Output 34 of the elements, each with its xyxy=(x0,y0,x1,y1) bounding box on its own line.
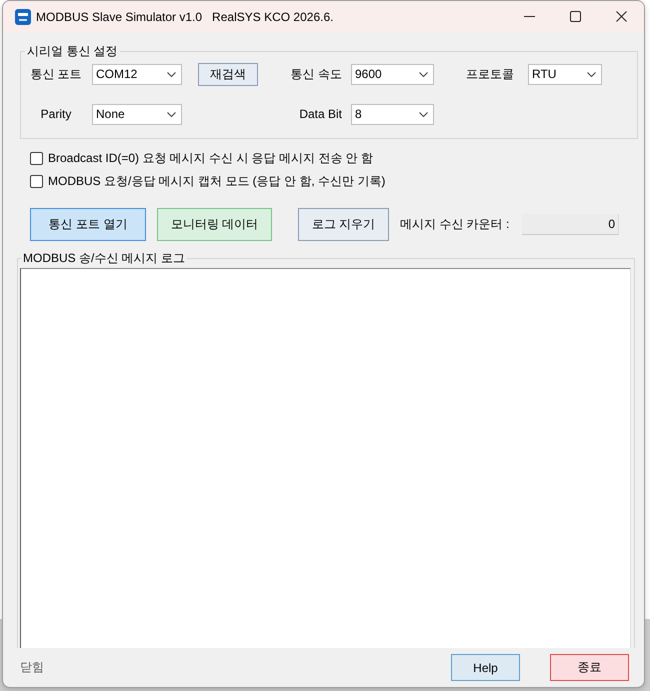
close-icon xyxy=(616,11,626,22)
chevron-down-icon xyxy=(419,112,428,116)
dropdown[interactable]: COM12 xyxy=(92,64,182,84)
app-icon xyxy=(15,8,31,24)
group-title: MODBUS 송/수신 메시지 로그 xyxy=(22,250,186,266)
dropdown[interactable]: 9600 xyxy=(351,64,434,84)
action-button[interactable]: 통신 포트 열기 xyxy=(30,208,146,240)
dropdown[interactable]: None xyxy=(92,104,182,124)
footer-button[interactable]: Help xyxy=(451,654,520,681)
counter-field: 0 xyxy=(522,214,619,234)
checkbox[interactable] xyxy=(30,152,43,164)
maximize-icon xyxy=(570,11,580,22)
chevron-down-icon xyxy=(167,72,176,76)
footer-button[interactable]: 종료 xyxy=(550,654,629,681)
chevron-down-icon xyxy=(587,72,596,76)
chevron-down-icon xyxy=(167,112,176,116)
group-title: 시리얼 통신 설정 xyxy=(26,43,119,59)
field-label: 프로토콜 xyxy=(466,66,514,82)
window-title: MODBUS Slave Simulator v1.0 RealSYS KCO 2026.6. xyxy=(36,10,334,24)
field-label: Data Bit xyxy=(299,107,342,121)
field-label: 통신 속도 xyxy=(290,66,342,82)
option-label: MODBUS 요청/응답 메시지 캡처 모드 (응답 안 함, 수신만 기록) xyxy=(48,172,386,190)
counter-label: 메시지 수신 카운터 : xyxy=(400,216,510,232)
field-label: 통신 포트 xyxy=(30,66,82,82)
dropdown[interactable]: RTU xyxy=(528,64,602,84)
action-button[interactable]: 모니터링 데이터 xyxy=(157,208,272,240)
option-label: Broadcast ID(=0) 요청 메시지 수신 시 응답 메시지 전송 안 함 xyxy=(48,150,374,166)
dropdown[interactable]: 8 xyxy=(351,104,434,124)
action-button[interactable]: 로그 지우기 xyxy=(298,208,389,240)
rescan-button[interactable]: 재검색 xyxy=(198,62,258,86)
status-text: 닫힘 xyxy=(20,659,44,676)
chevron-down-icon xyxy=(419,72,428,76)
checkbox[interactable] xyxy=(30,174,43,188)
field-label: Parity xyxy=(40,107,72,121)
